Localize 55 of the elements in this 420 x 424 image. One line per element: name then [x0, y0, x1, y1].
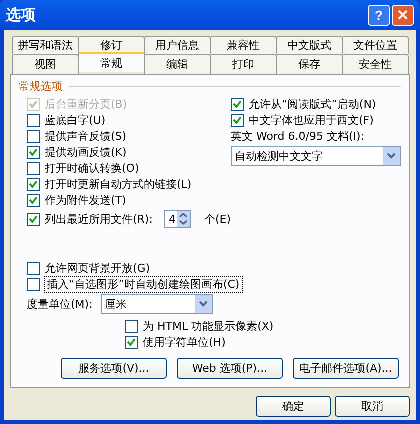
tab[interactable]: 打印: [210, 54, 277, 74]
tab[interactable]: 文件位置: [342, 36, 409, 54]
checkbox[interactable]: [27, 146, 40, 158]
checkbox[interactable]: [27, 178, 40, 190]
tab[interactable]: 保存: [276, 54, 343, 74]
close-icon: [398, 10, 408, 20]
help-button[interactable]: ?: [368, 4, 390, 26]
options-button[interactable]: Web 选项(P)...: [177, 358, 283, 379]
checkbox[interactable]: [231, 114, 244, 126]
checkbox[interactable]: [125, 336, 138, 348]
spin-field[interactable]: 4: [164, 210, 192, 228]
tab[interactable]: 中文版式: [276, 36, 343, 54]
tab[interactable]: 编辑: [144, 54, 211, 74]
field-label: 度量单位(M):: [27, 296, 93, 312]
tab[interactable]: 常规: [78, 52, 145, 72]
window-title: 选项: [6, 6, 37, 24]
tab[interactable]: 兼容性: [210, 36, 277, 54]
checkbox[interactable]: [27, 262, 40, 274]
checkbox-label: 列出最近所用文件(R):: [45, 212, 153, 226]
dropdown[interactable]: 厘米: [100, 294, 213, 314]
tab[interactable]: 视图: [12, 54, 79, 74]
field-label: 英文 Word 6.0/95 文档(I):: [231, 128, 366, 144]
group-title: 常规选项: [19, 79, 63, 94]
checkbox[interactable]: [125, 320, 138, 332]
checkbox[interactable]: [27, 130, 40, 142]
checkbox-label: 蓝底白字(U): [45, 112, 106, 128]
checkbox-label: 作为附件发送(T): [45, 192, 126, 208]
spin-arrows-icon: [177, 211, 190, 227]
checkbox[interactable]: [27, 212, 40, 226]
close-button[interactable]: [392, 4, 414, 26]
dropdown[interactable]: 自动检测中文文字: [231, 146, 401, 166]
checkbox[interactable]: [27, 194, 40, 206]
checkbox[interactable]: [27, 162, 40, 174]
checkbox-label: 提供声音反馈(S): [45, 128, 127, 144]
checkbox-label: 打开时确认转换(O): [45, 160, 140, 176]
checkbox[interactable]: [231, 98, 244, 110]
checkbox-label: 使用字符单位(H): [143, 334, 226, 350]
checkbox-label: 中文字体也应用于西文(F): [249, 112, 374, 128]
dialog-button[interactable]: 取消: [335, 396, 410, 417]
checkbox-label: 为 HTML 功能显示像素(X): [143, 318, 274, 334]
checkbox-label: 允许网页背景开放(G): [45, 260, 150, 276]
tab[interactable]: 拼写和语法: [12, 36, 79, 54]
checkbox-label: 提供动画反馈(K): [45, 144, 127, 160]
checkbox-label: 后台重新分页(B): [45, 96, 128, 112]
checkbox-label: 插入“自选图形”时自动创建绘图画布(C): [45, 276, 242, 292]
options-button[interactable]: 电子邮件选项(A)...: [293, 358, 399, 379]
tab[interactable]: 安全性: [342, 54, 409, 74]
checkbox[interactable]: [27, 278, 40, 290]
checkbox-label: 允许从“阅读版式”启动(N): [249, 96, 376, 112]
options-button[interactable]: 服务选项(V)...: [61, 358, 167, 379]
tab[interactable]: 用户信息: [144, 36, 211, 54]
dialog-button[interactable]: 确定: [256, 396, 331, 417]
checkbox-label: 打开时更新自动方式的链接(L): [45, 176, 192, 192]
checkbox[interactable]: [27, 114, 40, 126]
unit-label: 个(E): [204, 212, 231, 226]
